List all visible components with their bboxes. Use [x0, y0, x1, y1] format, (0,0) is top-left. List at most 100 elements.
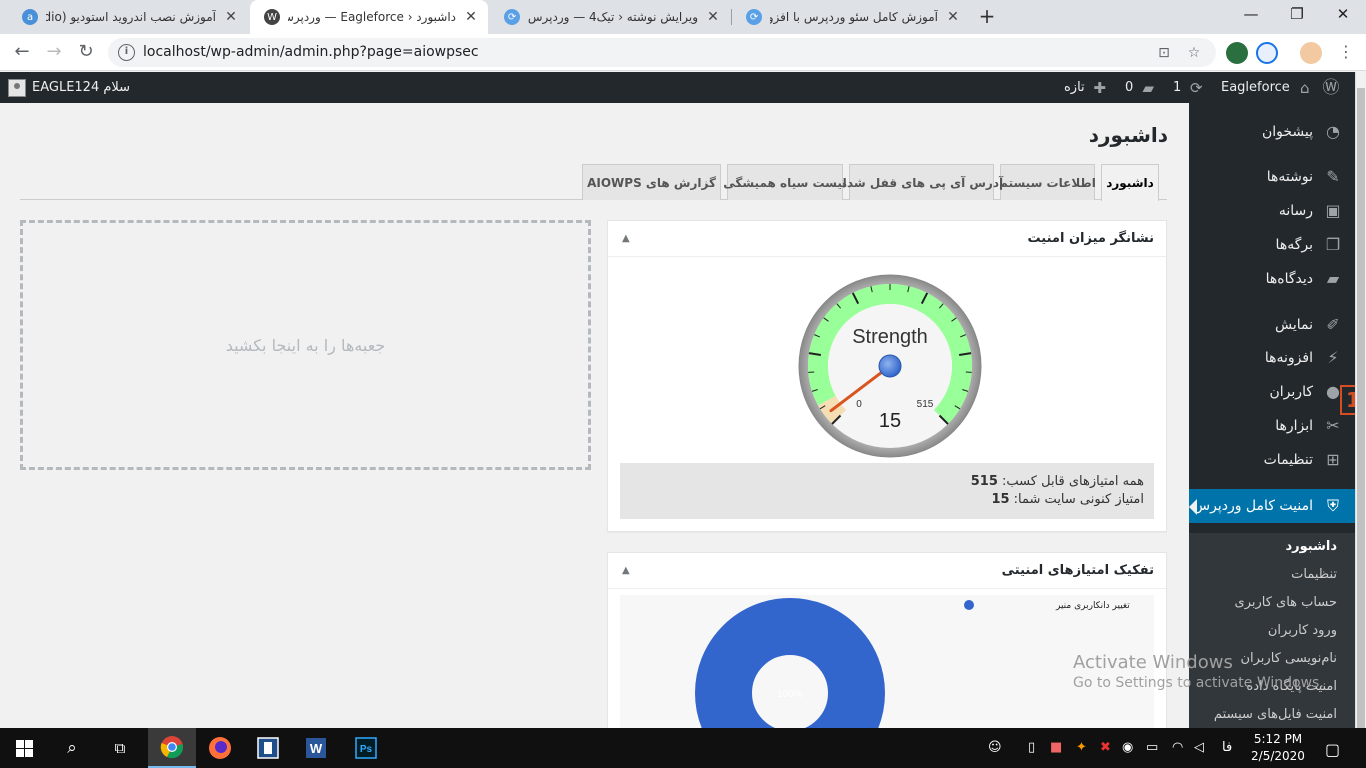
- url-text: localhost/wp-admin/admin.php?page=aiowps…: [143, 44, 479, 60]
- sidebar-item-settings[interactable]: ⊞ تنظیمات: [1189, 443, 1355, 477]
- comments-menu[interactable]: 0 ▰: [1125, 72, 1157, 103]
- site-info-icon[interactable]: i: [118, 44, 135, 61]
- sidebar-item-label: تنظیمات: [1263, 452, 1313, 468]
- sidebar-item-users[interactable]: ● کاربران: [1189, 375, 1355, 409]
- reload-icon[interactable]: ↻: [74, 41, 98, 65]
- sidebar-item-posts[interactable]: ✎ نوشته‌ها: [1189, 160, 1355, 194]
- collapse-arrow-icon[interactable]: ▲: [622, 565, 630, 576]
- updates-menu[interactable]: 1 ⟳: [1173, 72, 1205, 103]
- wp-logo-menu[interactable]: Ⓦ: [1322, 72, 1340, 103]
- empty-dropzone[interactable]: جعبه‌ها را به اینجا بکشید: [20, 220, 591, 470]
- address-bar[interactable]: i localhost/wp-admin/admin.php?page=aiow…: [108, 38, 1216, 67]
- word-taskbar-icon[interactable]: W: [292, 728, 340, 768]
- bookmark-star-icon[interactable]: ☆: [1184, 43, 1204, 63]
- people-icon[interactable]: ☺: [988, 740, 1002, 755]
- usb-icon[interactable]: ▯: [1028, 740, 1035, 755]
- tab-close-icon[interactable]: ✕: [462, 8, 480, 26]
- browser-tab-title: داشبورد ‹ Eagleforce — وردپرس: [288, 10, 456, 24]
- task-view-icon[interactable]: ⧉: [96, 728, 144, 768]
- search-icon[interactable]: ⌕: [48, 728, 96, 768]
- maximize-icon[interactable]: ❐: [1274, 0, 1320, 30]
- tab-permanent-blacklist[interactable]: لیست سیاه همیشگی: [723, 164, 847, 200]
- page-title: داشبورد: [1088, 123, 1168, 147]
- tab-close-icon[interactable]: ✕: [704, 8, 722, 26]
- antivirus-icon[interactable]: ✖: [1100, 740, 1111, 755]
- media-icon: ▣: [1325, 201, 1341, 220]
- postbox-header[interactable]: نشانگر میزان امنیت ▲: [608, 221, 1166, 257]
- new-tab-button[interactable]: +: [975, 5, 999, 29]
- activate-windows-title: Activate Windows: [1073, 652, 1233, 673]
- battery-icon[interactable]: ▭: [1146, 740, 1158, 755]
- gauge-min-label: 0: [856, 399, 862, 410]
- my-account-menu[interactable]: سلام EAGLE124: [8, 72, 130, 103]
- comments-icon: ▰: [1326, 269, 1340, 288]
- network-globe-icon[interactable]: ◉: [1122, 740, 1133, 755]
- browser-tab-3[interactable]: ⟳ ویرایش نوشته ‹ تیک4 — وردپرس ✕: [490, 0, 730, 34]
- sidebar-item-label: برگه‌ها: [1275, 237, 1313, 253]
- system-clock[interactable]: 5:12 PM 2/5/2020: [1248, 731, 1308, 765]
- browser-tab-4[interactable]: ⟳ آموزش کامل سئو وردپرس با افزونه ✕: [732, 0, 970, 34]
- translate-icon[interactable]: ⊡: [1154, 43, 1174, 63]
- submenu-item-user-login[interactable]: ورود کاربران: [1189, 617, 1355, 645]
- tab-aiowps-reports[interactable]: گزارش های AIOWPS: [582, 164, 721, 200]
- wordpress-favicon-icon: W: [264, 9, 280, 25]
- browser-tab-1[interactable]: a آموزش نصب اندروید استودیو (Android Stu…: [8, 0, 248, 34]
- tab-close-icon[interactable]: ✕: [222, 8, 240, 26]
- back-arrow-icon[interactable]: ←: [10, 41, 34, 65]
- wordpress-logo-icon: Ⓦ: [1322, 77, 1340, 98]
- security-breakdown-box: تفکیک امتیازهای امنیتی ▲ 100% تغییر دانک…: [607, 552, 1167, 742]
- firefox-taskbar-icon[interactable]: [196, 728, 244, 768]
- collapse-arrow-icon[interactable]: ▲: [622, 233, 630, 244]
- sidebar-item-plugins[interactable]: ⚡ افزونه‌ها: [1189, 341, 1355, 375]
- extension-globe-icon[interactable]: [1226, 42, 1248, 64]
- greeting-text: سلام EAGLE124: [32, 80, 131, 95]
- photoshop-taskbar-icon[interactable]: Ps: [342, 728, 390, 768]
- sidebar-item-label: افزونه‌ها: [1264, 350, 1313, 366]
- total-points-label: همه امتیازهای قابل کسب:: [1002, 474, 1144, 489]
- notifications-icon[interactable]: ▢: [1325, 740, 1340, 759]
- sidebar-item-label: دیدگاه‌ها: [1265, 271, 1313, 287]
- sidebar-item-pages[interactable]: ❐ برگه‌ها: [1189, 228, 1355, 262]
- site-name-menu[interactable]: Eagleforce ⌂: [1221, 72, 1314, 103]
- tab-dashboard[interactable]: داشبورد: [1101, 164, 1159, 201]
- chrome-taskbar-icon[interactable]: [148, 728, 196, 768]
- new-content-menu[interactable]: تازه ✚: [1064, 72, 1109, 103]
- wifi-icon[interactable]: ◠: [1172, 740, 1183, 755]
- shield-icon: ⛨: [1326, 496, 1339, 515]
- page-scrollbar-thumb[interactable]: [1357, 88, 1365, 728]
- postbox-header[interactable]: تفکیک امتیازهای امنیتی ▲: [608, 553, 1166, 589]
- submenu-item-dashboard[interactable]: داشبورد: [1189, 533, 1355, 561]
- submenu-item-user-accounts[interactable]: حساب های کاربری: [1189, 589, 1355, 617]
- minimize-icon[interactable]: —: [1228, 0, 1274, 30]
- sidebar-item-comments[interactable]: ▰ دیدگاه‌ها: [1189, 262, 1355, 296]
- plus-icon: ✚: [1093, 78, 1106, 97]
- start-windows-icon[interactable]: [0, 728, 48, 768]
- submenu-item-filesystem-security[interactable]: امنیت فایل‌های سیستم: [1189, 701, 1355, 728]
- sidebar-item-appearance[interactable]: ✐ نمایش: [1189, 308, 1355, 342]
- submenu-item-settings[interactable]: تنظیمات: [1189, 561, 1355, 589]
- language-indicator[interactable]: فا: [1222, 740, 1232, 755]
- sidebar-item-security[interactable]: ⛨ امنیت کامل وردپرس: [1189, 489, 1355, 523]
- app-tray-icon[interactable]: ✦: [1076, 740, 1087, 755]
- sidebar-item-media[interactable]: ▣ رسانه: [1189, 194, 1355, 228]
- tab-locked-ips[interactable]: آدرس آی پی های قفل شده: [840, 164, 1003, 200]
- profile-avatar[interactable]: [1300, 42, 1322, 64]
- pages-icon: ❐: [1325, 235, 1341, 254]
- sidebar-item-tools[interactable]: ✂ ابزارها: [1189, 409, 1355, 443]
- close-window-icon[interactable]: ✕: [1320, 0, 1366, 30]
- app-taskbar-icon[interactable]: [244, 728, 292, 768]
- browser-tab-2[interactable]: W داشبورد ‹ Eagleforce — وردپرس ✕: [250, 0, 488, 34]
- recorder-icon[interactable]: ■: [1050, 740, 1062, 755]
- forward-arrow-icon[interactable]: →: [42, 41, 66, 65]
- browser-tab-title: ویرایش نوشته ‹ تیک4 — وردپرس: [528, 10, 698, 24]
- sidebar-item-dashboard[interactable]: ◔ پیشخوان: [1189, 115, 1355, 149]
- gauge-value-label: 15: [879, 410, 901, 432]
- tab-system-info[interactable]: اطلاعات سیستم: [999, 164, 1096, 200]
- extension-account-icon[interactable]: [1256, 42, 1278, 64]
- volume-icon[interactable]: ◁: [1194, 740, 1204, 755]
- pin-icon: ✎: [1326, 167, 1340, 186]
- browser-tab-strip: a آموزش نصب اندروید استودیو (Android Stu…: [0, 0, 1366, 34]
- browser-menu-icon[interactable]: ⋮: [1334, 41, 1358, 65]
- tab-close-icon[interactable]: ✕: [944, 8, 962, 26]
- comments-count: 0: [1125, 80, 1134, 95]
